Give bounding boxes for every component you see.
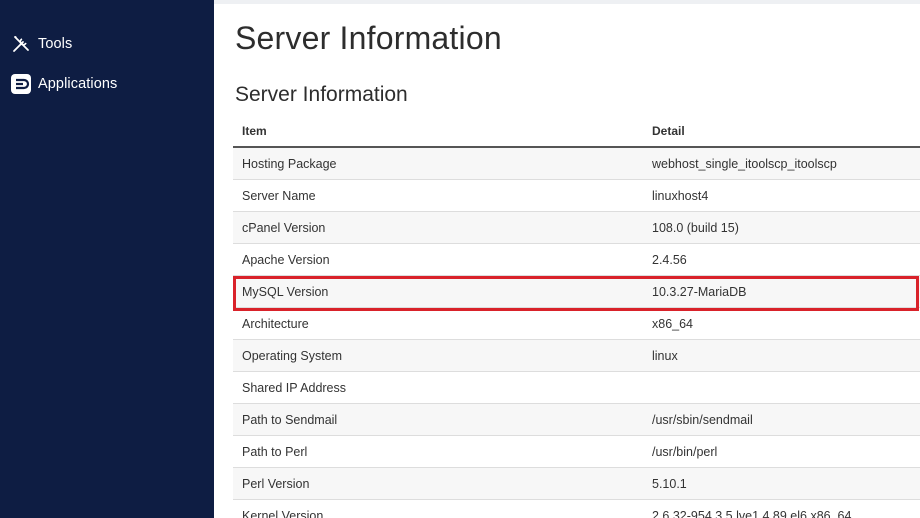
row-item: Shared IP Address [233, 371, 643, 404]
column-header-detail: Detail [643, 115, 920, 148]
table-row: Path to Perl /usr/bin/perl [233, 435, 920, 468]
page-title: Server Information [235, 20, 502, 56]
row-item: Hosting Package [233, 147, 643, 180]
row-detail: 2.4.56 [643, 243, 920, 276]
row-detail: /usr/sbin/sendmail [643, 403, 920, 436]
section-title: Server Information [235, 83, 408, 106]
row-detail: x86_64 [643, 307, 920, 340]
column-header-item: Item [233, 115, 643, 148]
table-row-mysql-version: MySQL Version 10.3.27-MariaDB [233, 275, 920, 308]
main-content: Server Information Server Information It… [214, 0, 920, 518]
top-strip [214, 0, 920, 4]
row-item: Apache Version [233, 243, 643, 276]
row-item: Operating System [233, 339, 643, 372]
sidebar-item-label: Tools [38, 36, 73, 52]
table-row: Kernel Version 2.6.32-954.3.5.lve1.4.89.… [233, 499, 920, 518]
table-row: Architecture x86_64 [233, 307, 920, 340]
brand-logo-fragment [10, 0, 110, 4]
row-detail: /usr/bin/perl [643, 435, 920, 468]
table-row: Shared IP Address [233, 371, 920, 404]
table-row: Server Name linuxhost4 [233, 179, 920, 212]
row-item: Path to Sendmail [233, 403, 643, 436]
redacted-ip-mask [652, 376, 747, 399]
sidebar-item-tools[interactable]: Tools [0, 26, 214, 62]
table-row: cPanel Version 108.0 (build 15) [233, 211, 920, 244]
tools-icon [10, 33, 32, 55]
table-row: Hosting Package webhost_single_itoolscp_… [233, 147, 920, 180]
server-info-table: Item Detail Hosting Package webhost_sing… [233, 115, 920, 518]
row-item: Perl Version [233, 467, 643, 500]
sidebar-item-applications[interactable]: Applications [0, 66, 214, 102]
row-detail: 5.10.1 [643, 467, 920, 500]
row-detail [643, 371, 920, 404]
row-detail: 2.6.32-954.3.5.lve1.4.89.el6.x86_64 [643, 499, 920, 518]
sidebar: Tools Applications [0, 0, 214, 518]
sidebar-item-label: Applications [38, 76, 118, 92]
applications-icon [10, 73, 32, 95]
row-item: Server Name [233, 179, 643, 212]
table-row: Operating System linux [233, 339, 920, 372]
table-row: Apache Version 2.4.56 [233, 243, 920, 276]
row-item: Path to Perl [233, 435, 643, 468]
table-row: Path to Sendmail /usr/sbin/sendmail [233, 403, 920, 436]
row-detail: webhost_single_itoolscp_itoolscp [643, 147, 920, 180]
table-row: Perl Version 5.10.1 [233, 467, 920, 500]
row-detail: 108.0 (build 15) [643, 211, 920, 244]
row-item: cPanel Version [233, 211, 643, 244]
row-detail: linuxhost4 [643, 179, 920, 212]
row-item: Kernel Version [233, 499, 643, 518]
row-item: MySQL Version [233, 275, 643, 308]
row-detail: linux [643, 339, 920, 372]
row-detail: 10.3.27-MariaDB [643, 275, 920, 308]
row-item: Architecture [233, 307, 643, 340]
table-header-row: Item Detail [233, 115, 920, 148]
cpanel-window: Tools Applications Server Information Se… [0, 0, 920, 518]
